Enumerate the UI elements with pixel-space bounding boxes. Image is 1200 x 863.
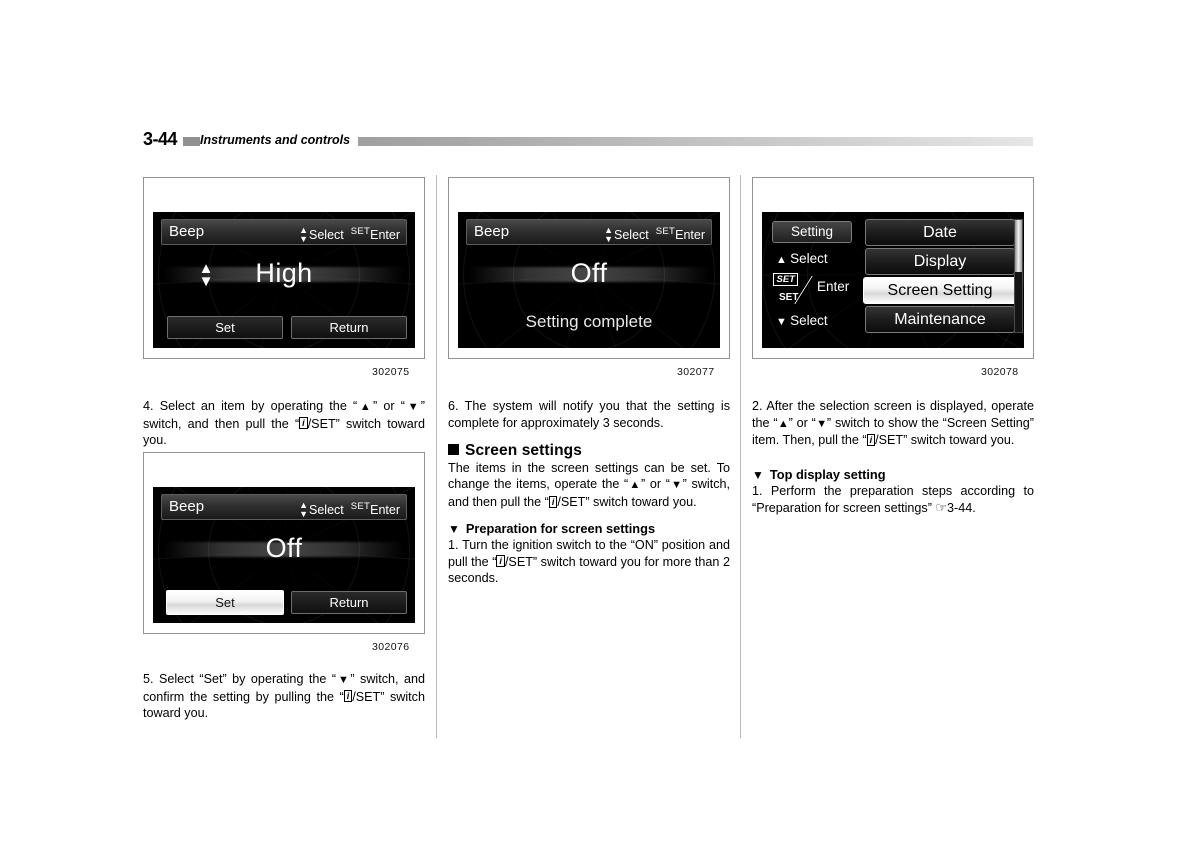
lcd-screen: Beep ▲ ▼ Select SETEnter Off Setting compl… bbox=[458, 212, 720, 348]
lcd-screen: Beep ▲ ▼ Select SETEnter Off Set Return bbox=[153, 487, 415, 623]
select-down-hint: ▼ Select bbox=[776, 313, 828, 330]
info-icon: i bbox=[548, 495, 558, 508]
set-button[interactable]: Set bbox=[166, 590, 284, 615]
set-superscript: SET bbox=[350, 501, 371, 512]
top-display-subheading: ▼ Top display setting bbox=[752, 466, 886, 482]
select-up-label: Select bbox=[790, 251, 828, 266]
top-display-step-1: 1. Perform the preparation steps accordi… bbox=[752, 484, 1034, 515]
menu-item-maintenance[interactable]: Maintenance bbox=[865, 306, 1015, 333]
pointing-hand-icon: ☞ bbox=[935, 499, 948, 515]
down-arrow-icon: ▼ bbox=[815, 417, 828, 430]
figure-setting-menu: Setting ▲ Select SET SET Enter ▼ Select … bbox=[752, 177, 1034, 359]
figure-caption: 302075 bbox=[372, 366, 410, 378]
screen-hints: ▲ ▼ Select SETEnter bbox=[299, 222, 400, 245]
set-superscript: SET bbox=[350, 226, 371, 237]
up-down-arrow-icon: ▲ ▼ bbox=[299, 224, 309, 244]
triangle-down-icon: ▼ bbox=[448, 521, 460, 536]
return-button[interactable]: Return bbox=[291, 591, 407, 614]
screen-titlebar: Beep ▲ ▼ Select SETEnter bbox=[466, 219, 712, 245]
column-divider-2 bbox=[740, 175, 741, 738]
info-set-enter-hint: SET SET Enter bbox=[766, 273, 858, 307]
screen-titlebar: Beep ▲ ▼ Select SETEnter bbox=[161, 494, 407, 520]
select-up-hint: ▲ Select bbox=[776, 251, 828, 268]
screen-status-text: Setting complete bbox=[525, 312, 653, 331]
scrollbar-thumb[interactable] bbox=[1015, 220, 1022, 272]
page-number: 3-44 bbox=[143, 128, 184, 150]
info-icon: i bbox=[299, 417, 308, 430]
square-bullet-icon bbox=[448, 444, 459, 456]
screen-title: Beep bbox=[169, 498, 205, 515]
down-arrow-icon: ▼ bbox=[336, 674, 351, 686]
up-arrow-icon: ▲ bbox=[776, 254, 787, 266]
up-arrow-icon: ▲ bbox=[777, 417, 790, 430]
lcd-screen: Beep ▲ ▼ Select SETEnter ▲ ▼ High Set Retur… bbox=[153, 212, 415, 348]
menu-item-display[interactable]: Display bbox=[865, 248, 1015, 275]
up-arrow-icon: ▲ bbox=[357, 401, 374, 413]
step-6-paragraph: 6. The system will notify you that the s… bbox=[448, 399, 730, 430]
step-5-paragraph: 5. Select “Set” by operating the “▼” swi… bbox=[143, 672, 425, 721]
set-superscript: SET bbox=[655, 226, 676, 237]
preparation-subheading: ▼ Preparation for screen settings bbox=[448, 520, 656, 536]
return-button[interactable]: Return bbox=[291, 316, 407, 339]
right-column: 2. After the selection screen is display… bbox=[752, 398, 1034, 517]
down-arrow-icon: ▼ bbox=[669, 479, 683, 492]
enter-hint-label: Enter bbox=[370, 503, 400, 518]
select-down-label: Select bbox=[790, 313, 828, 328]
column-divider-1 bbox=[436, 175, 437, 738]
info-icon: i bbox=[866, 433, 876, 446]
up-down-arrow-icon: ▲ ▼ bbox=[299, 499, 309, 519]
menu-scrollbar[interactable] bbox=[1014, 219, 1023, 333]
select-hint-label: Select bbox=[309, 503, 344, 518]
set-button[interactable]: Set bbox=[167, 316, 283, 339]
menu-item-date[interactable]: Date bbox=[865, 219, 1015, 246]
figure-beep-setting-complete: Beep ▲ ▼ Select SETEnter Off Setting compl… bbox=[448, 177, 730, 359]
info-icon: i bbox=[343, 690, 353, 703]
figure-caption: 302077 bbox=[677, 366, 715, 378]
left-column-step4: 4. Select an item by operating the “▲” o… bbox=[143, 398, 425, 449]
screen-value: Off bbox=[265, 533, 303, 563]
info-icon: i bbox=[496, 555, 505, 568]
page-header: 3-44 Instruments and controls bbox=[143, 128, 1033, 152]
down-arrow-icon: ▼ bbox=[776, 316, 787, 328]
step-2-paragraph: 2. After the selection screen is display… bbox=[752, 399, 1035, 448]
enter-hint-label: Enter bbox=[370, 228, 400, 243]
enter-hint-label: Enter bbox=[675, 228, 705, 243]
screen-settings-heading: Screen settings bbox=[448, 442, 730, 460]
figure-beep-high: Beep ▲ ▼ Select SETEnter ▲ ▼ High Set Retur… bbox=[143, 177, 425, 359]
set-sub-label: SET bbox=[779, 292, 799, 303]
select-hint-label: Select bbox=[309, 228, 344, 243]
step-4-paragraph: 4. Select an item by operating the “▲” o… bbox=[143, 399, 425, 448]
section-title: Instruments and controls bbox=[200, 131, 359, 149]
figure-beep-off-set: Beep ▲ ▼ Select SETEnter Off Set Return bbox=[143, 452, 425, 634]
screen-title: Beep bbox=[169, 223, 205, 240]
enter-label: Enter bbox=[817, 279, 850, 294]
screen-title: Beep bbox=[474, 223, 510, 240]
figure-caption: 302078 bbox=[981, 366, 1019, 378]
menu-item-screen-setting[interactable]: Screen Setting bbox=[863, 277, 1017, 304]
screen-titlebar: Beep ▲ ▼ Select SETEnter bbox=[161, 219, 407, 245]
up-arrow-icon: ▲ bbox=[628, 479, 641, 492]
figure-caption: 302076 bbox=[372, 641, 410, 653]
lcd-screen: Setting ▲ Select SET SET Enter ▼ Select … bbox=[762, 212, 1024, 348]
screen-hints: ▲ ▼ Select SETEnter bbox=[604, 222, 705, 245]
setting-chip-label: Setting bbox=[772, 221, 852, 243]
down-arrow-icon: ▼ bbox=[405, 401, 421, 413]
screen-value: High bbox=[255, 258, 313, 288]
select-hint-label: Select bbox=[614, 228, 649, 243]
screen-settings-intro: The items in the screen settings can be … bbox=[448, 460, 730, 509]
middle-column: 6. The system will notify you that the s… bbox=[448, 398, 730, 587]
screen-hints: ▲ ▼ Select SETEnter bbox=[299, 497, 400, 520]
preparation-step-1: 1. Turn the ignition switch to the “ON” … bbox=[448, 538, 730, 586]
up-down-arrow-icon: ▲ ▼ bbox=[604, 224, 614, 244]
manual-page: 3-44 Instruments and controls Beep ▲ ▼ Sel… bbox=[0, 0, 1200, 863]
screen-value: Off bbox=[570, 258, 608, 288]
triangle-down-icon: ▼ bbox=[752, 467, 764, 482]
left-column-step5: 5. Select “Set” by operating the “▼” swi… bbox=[143, 671, 425, 722]
